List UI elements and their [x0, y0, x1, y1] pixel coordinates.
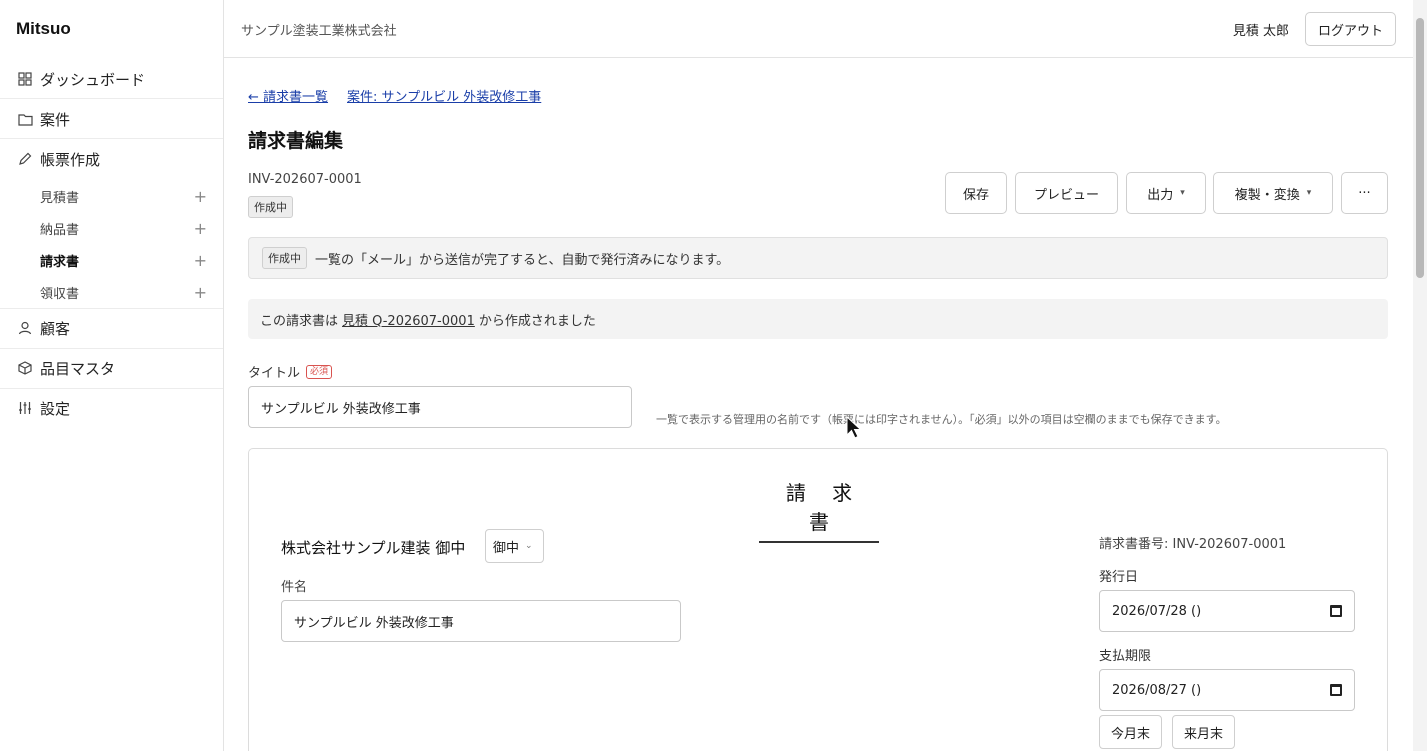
calendar-icon[interactable] [1330, 684, 1342, 696]
sidebar-item-receipt[interactable]: 領収書 + [0, 277, 223, 307]
honorific-select[interactable]: 御中 ⌄ [485, 529, 544, 563]
sub-item-label: 見積書 [40, 190, 80, 206]
duplicate-convert-label: 複製・変換 [1234, 187, 1300, 203]
status-notice: 作成中 一覧の「メール」から送信が完了すると、自動で発行済みになります。 [248, 237, 1388, 279]
folder-icon [16, 110, 34, 128]
nav-dashboard[interactable]: ダッシュボード [0, 59, 223, 99]
top-bar: サンプル塗装工業株式会社 見積 太郎 ログアウト [224, 0, 1413, 58]
more-options-button[interactable]: ··· [1341, 172, 1388, 214]
issue-date-input[interactable]: 2026/07/28 () [1099, 590, 1355, 632]
nav-label: 顧客 [40, 319, 71, 338]
nav-projects[interactable]: 案件 [0, 99, 223, 139]
this-month-end-button[interactable]: 今月末 [1099, 715, 1163, 749]
title-field-label: タイトル 必須 [248, 362, 333, 381]
subject-label: 件名 [281, 580, 308, 595]
source-prefix: この請求書は [260, 313, 339, 329]
nav-label: 案件 [40, 110, 71, 129]
preview-button[interactable]: プレビュー [1015, 172, 1118, 214]
breadcrumb-back-link[interactable]: ← 請求書一覧 [248, 86, 328, 105]
logout-button[interactable]: ログアウト [1304, 12, 1396, 46]
nav-settings[interactable]: 設定 [0, 388, 223, 428]
status-badge: 作成中 [248, 196, 293, 218]
output-dropdown-button[interactable]: 出力 ▾ [1126, 172, 1206, 214]
pencil-icon [16, 150, 34, 168]
nav-label: 設定 [40, 399, 71, 418]
sidebar-item-delivery[interactable]: 納品書 + [0, 213, 223, 243]
nav-document-create[interactable]: 帳票作成 [0, 139, 223, 179]
due-date-value: 2026/08/27 () [1112, 682, 1202, 698]
sliders-icon [16, 399, 34, 417]
caret-down-icon: ▾ [1306, 188, 1312, 198]
grid-icon [16, 70, 34, 88]
sidebar: Mitsuo ダッシュボード 案件 帳票作成 見積書 + 納品書 + 請求書 +… [0, 0, 224, 751]
sub-item-label: 請求書 [40, 254, 80, 270]
nav-label: ダッシュボード [40, 70, 146, 89]
sub-item-label: 領収書 [40, 286, 80, 302]
notice-message: 一覧の「メール」から送信が完了すると、自動で発行済みになります。 [315, 252, 730, 268]
nav-customers[interactable]: 顧客 [0, 308, 223, 348]
nav-item-master[interactable]: 品目マスタ [0, 348, 223, 388]
user-name: 見積 太郎 [1232, 24, 1289, 39]
plus-icon[interactable]: + [194, 283, 207, 302]
title-label: タイトル [248, 366, 301, 381]
main-content: ← 請求書一覧 案件: サンプルビル 外装改修工事 請求書編集 INV-2026… [224, 58, 1413, 751]
app-logo[interactable]: Mitsuo [16, 19, 71, 39]
sidebar-item-estimate[interactable]: 見積書 + [0, 181, 223, 211]
page-title: 請求書編集 [248, 130, 344, 152]
notice-status-badge: 作成中 [262, 247, 307, 269]
source-info: この請求書は 見積 Q-202607-0001 から作成されました [248, 299, 1388, 339]
next-month-end-button[interactable]: 来月末 [1172, 715, 1236, 749]
chevron-down-icon: ⌄ [525, 541, 533, 551]
subject-input[interactable] [281, 600, 681, 642]
title-input[interactable] [248, 386, 632, 428]
invoice-heading: 請 求 書 [759, 477, 879, 543]
title-help-text: 一覧で表示する管理用の名前です（帳票には印字されません）。「必須」以外の項目は空… [656, 413, 1227, 426]
invoice-number: 請求書番号: INV-202607-0001 [1099, 537, 1287, 552]
required-badge: 必須 [306, 364, 333, 379]
nav-label: 帳票作成 [40, 150, 101, 169]
due-date-input[interactable]: 2026/08/27 () [1099, 669, 1355, 711]
document-number: INV-202607-0001 [248, 172, 362, 187]
breadcrumb-project-link[interactable]: 案件: サンプルビル 外装改修工事 [347, 86, 541, 105]
due-date-label: 支払期限 [1099, 649, 1152, 664]
invoice-paper: 請 求 書 株式会社サンプル建装 御中 御中 ⌄ 件名 請求書番号: INV-2… [248, 448, 1388, 751]
plus-icon[interactable]: + [194, 251, 207, 270]
plus-icon[interactable]: + [194, 187, 207, 206]
nav-label: 品目マスタ [40, 359, 116, 378]
calendar-icon[interactable] [1330, 605, 1342, 617]
company-name: サンプル塗装工業株式会社 [241, 24, 397, 39]
honorific-value: 御中 [493, 540, 520, 556]
sidebar-item-invoice[interactable]: 請求書 + [0, 245, 223, 275]
box-icon [16, 359, 34, 377]
person-icon [16, 319, 34, 337]
source-estimate-link[interactable]: 見積 Q-202607-0001 [342, 310, 475, 329]
sub-item-label: 納品書 [40, 222, 80, 238]
mouse-cursor-icon [846, 416, 862, 439]
customer-name[interactable]: 株式会社サンプル建装 御中 [281, 537, 465, 558]
output-label: 出力 [1147, 187, 1174, 203]
plus-icon[interactable]: + [194, 219, 207, 238]
issue-date-label: 発行日 [1099, 570, 1139, 585]
source-suffix: から作成されました [478, 313, 596, 329]
scrollbar-thumb[interactable] [1416, 18, 1424, 278]
caret-down-icon: ▾ [1180, 188, 1185, 198]
issue-date-value: 2026/07/28 () [1112, 603, 1202, 619]
duplicate-convert-dropdown-button[interactable]: 複製・変換 ▾ [1213, 172, 1333, 214]
save-button[interactable]: 保存 [945, 172, 1007, 214]
